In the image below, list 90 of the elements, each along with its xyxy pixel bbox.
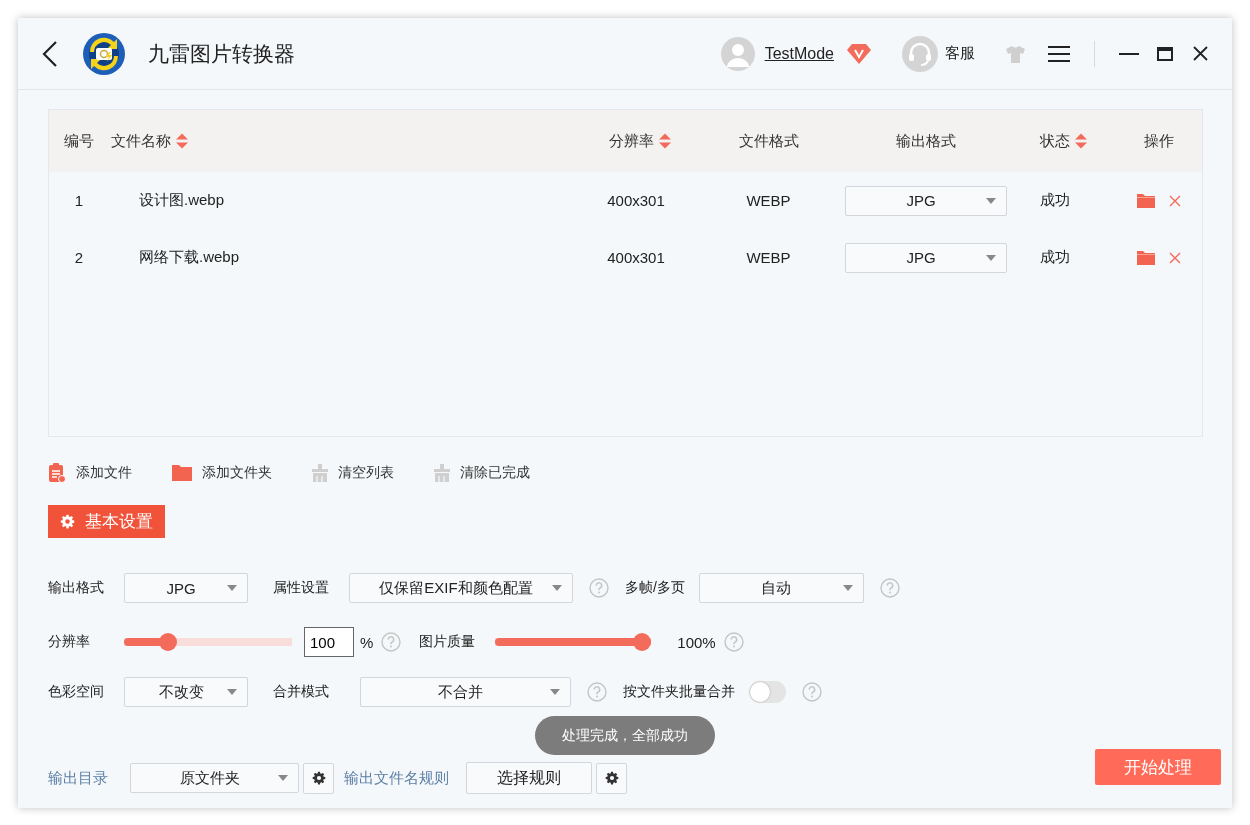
sort-icon[interactable] (175, 132, 189, 150)
table-cell-text: 1 (73, 192, 85, 209)
vip-badge-icon (846, 42, 872, 65)
clipboard-icon[interactable] (48, 463, 66, 483)
field-label: 按文件夹批量合并 (623, 683, 735, 701)
folder-icon[interactable] (1137, 193, 1155, 208)
username-link[interactable]: TestMode (764, 44, 834, 63)
field-label: 多帧/多页 (625, 579, 685, 597)
slider-thumb[interactable] (633, 633, 652, 651)
back-icon[interactable] (42, 39, 58, 68)
table-cell-text: 网络下载.webp (138, 248, 241, 267)
output-format-dropdown[interactable]: JPG (845, 185, 1007, 216)
caret-icon (552, 585, 562, 591)
caret-icon (227, 585, 237, 591)
menu-icon[interactable] (1048, 44, 1070, 63)
table-cell-text: 成功 (1039, 248, 1071, 267)
app-title: 九雷图片转换器 (148, 40, 295, 67)
help-icon[interactable] (802, 682, 822, 702)
settings-tab[interactable]: 基本设置 (48, 505, 165, 538)
delete-icon[interactable] (1169, 194, 1181, 207)
output-format-dropdown[interactable]: JPG (845, 242, 1007, 273)
field-label: 输出格式 (48, 579, 105, 597)
camera-logo-icon (82, 31, 126, 76)
help-icon[interactable] (587, 682, 607, 702)
field-label: 分辨率 (48, 633, 91, 651)
table-cell-text: 400x301 (606, 249, 666, 266)
toolbar-action[interactable]: 添加文件夹 (202, 464, 272, 482)
headset-icon[interactable] (902, 35, 938, 72)
slider-thumb[interactable] (158, 633, 177, 651)
table-cell-text: WEBP (745, 192, 792, 209)
settings-button[interactable] (303, 762, 334, 794)
column-header: 操作 (1143, 131, 1175, 151)
caret-icon (278, 775, 288, 781)
sort-icon[interactable] (1074, 132, 1088, 150)
delete-icon[interactable] (1169, 251, 1181, 264)
output-dir-dropdown[interactable]: 原文件夹 (130, 763, 299, 793)
column-header: 编号 (63, 131, 95, 151)
gear-icon (604, 771, 619, 785)
toolbar-action[interactable]: 清除已完成 (460, 464, 530, 482)
broom-icon[interactable] (434, 464, 450, 482)
avatar-icon[interactable] (720, 36, 755, 71)
table-cell-text: 设计图.webp (138, 191, 226, 210)
help-icon[interactable] (381, 632, 402, 652)
select-rule-button[interactable]: 选择规则 (466, 762, 592, 794)
folder-icon[interactable] (1137, 250, 1155, 265)
field-label: 合并模式 (273, 683, 330, 701)
column-header: 文件格式 (737, 131, 800, 151)
caret-icon (842, 585, 853, 591)
gear-icon (311, 771, 326, 785)
maximize-icon[interactable] (1157, 46, 1173, 61)
format-dropdown[interactable]: JPG (124, 573, 248, 603)
caret-icon (986, 254, 996, 261)
merge-mode-dropdown[interactable]: 不合并 (360, 677, 571, 707)
toast-message: 处理完成，全部成功 (535, 716, 715, 755)
color-space-dropdown[interactable]: 不改变 (124, 677, 248, 707)
folder-icon[interactable] (172, 465, 192, 481)
column-header[interactable]: 分辨率 (571, 131, 701, 151)
caret-icon (986, 197, 996, 204)
column-header: 输出格式 (895, 131, 957, 151)
table-cell-text: 2 (73, 249, 85, 266)
shirt-icon[interactable] (1005, 44, 1026, 63)
filename-rule-label: 输出文件名规则 (344, 768, 449, 788)
gear-icon (60, 514, 75, 529)
help-icon[interactable] (723, 632, 744, 652)
resolution-input[interactable]: 100 (304, 627, 354, 657)
table-cell-text: 成功 (1039, 191, 1071, 210)
toolbar-action[interactable]: 添加文件 (76, 464, 132, 482)
output-dir-label: 输出目录 (48, 768, 108, 788)
settings-button[interactable] (596, 762, 627, 794)
table-cell-text: 400x301 (606, 192, 666, 209)
field-label: 属性设置 (273, 579, 330, 597)
sort-icon[interactable] (657, 132, 672, 150)
toolbar-action[interactable]: 清空列表 (338, 464, 394, 482)
attributes-dropdown[interactable]: 仅保留EXIF和颜色配置 (349, 573, 573, 603)
quality-reading: 100% (677, 633, 716, 651)
field-label: 色彩空间 (48, 683, 105, 701)
help-icon[interactable] (589, 578, 609, 598)
broom-icon[interactable] (312, 464, 328, 482)
folder-merge-toggle[interactable] (749, 681, 786, 703)
support-label[interactable]: 客服 (945, 44, 975, 63)
close-icon[interactable] (1193, 46, 1208, 61)
caret-icon (550, 689, 560, 695)
column-header[interactable]: 文件名称 (109, 131, 571, 151)
field-label: 图片质量 (419, 633, 477, 651)
caret-icon (227, 689, 237, 695)
table-cell-text: WEBP (745, 249, 792, 266)
unit-label: % (360, 633, 374, 651)
frames-dropdown[interactable]: 自动 (698, 573, 864, 603)
column-header[interactable]: 状态 (1016, 131, 1116, 151)
help-icon[interactable] (879, 578, 900, 598)
